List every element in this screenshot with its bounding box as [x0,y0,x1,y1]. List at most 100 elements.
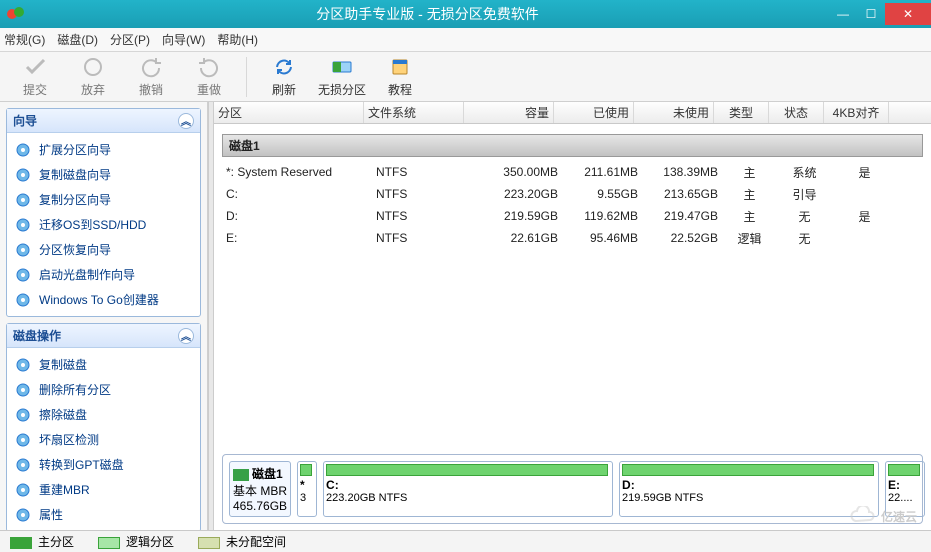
disk-map-sub1: 基本 MBR [233,482,287,499]
sidebar-item-icon [15,242,31,258]
window-title: 分区助手专业版 - 无损分区免费软件 [26,4,829,24]
sidebar-item-icon [15,382,31,398]
partition-label: * [300,478,312,492]
menu-general[interactable]: 常规(G) [4,31,45,48]
sidebar-item-label: 扩展分区向导 [39,141,111,158]
sidebar-item-icon [15,292,31,308]
sidebar-item[interactable]: 属性 [9,502,198,527]
wizard-panel: 向导 ︽ 扩展分区向导复制磁盘向导复制分区向导迁移OS到SSD/HDD分区恢复向… [6,108,201,317]
titlebar: 分区助手专业版 - 无损分区免费软件 — ☐ ✕ [0,0,931,28]
sidebar-item-icon [15,482,31,498]
sidebar-item[interactable]: 迁移OS到SSD/HDD [9,212,198,237]
menu-partition[interactable]: 分区(P) [110,31,150,48]
menu-wizard[interactable]: 向导(W) [162,31,205,48]
cell-type: 逻辑 [722,230,777,247]
redo-button[interactable]: 重做 [180,55,238,98]
cell-unused: 22.52GB [642,231,722,245]
lossless-button[interactable]: 无损分区 [313,55,371,98]
tutorial-button[interactable]: 教程 [371,55,429,98]
sidebar-item-label: 启动光盘制作向导 [39,266,135,283]
disk-map-partition[interactable]: C:223.20GB NTFS [323,461,613,517]
disk-map: 磁盘1 基本 MBR 465.76GB *3C:223.20GB NTFSD:2… [222,454,923,524]
wizard-panel-header[interactable]: 向导 ︽ [7,109,200,133]
minimize-button[interactable]: — [829,3,857,25]
sidebar-item[interactable]: 转换到GPT磁盘 [9,452,198,477]
col-status[interactable]: 状态 [769,102,824,123]
menu-disk[interactable]: 磁盘(D) [57,31,98,48]
cell-status: 无 [777,230,832,247]
diskops-panel-header[interactable]: 磁盘操作 ︽ [7,324,200,348]
cell-type: 主 [722,186,777,203]
cell-align: 是 [832,164,897,181]
refresh-button[interactable]: 刷新 [255,55,313,98]
sidebar-item[interactable]: 坏扇区检测 [9,427,198,452]
sidebar-item-label: 删除所有分区 [39,381,111,398]
watermark: 亿速云 [849,506,917,526]
disk-map-partition[interactable]: *3 [297,461,317,517]
commit-button[interactable]: 提交 [6,55,64,98]
redo-icon [197,55,221,79]
primary-swatch-icon [10,537,32,549]
disk-map-disk[interactable]: 磁盘1 基本 MBR 465.76GB [229,461,291,517]
col-type[interactable]: 类型 [714,102,769,123]
sidebar-item[interactable]: 删除所有分区 [9,377,198,402]
table-row[interactable]: C:NTFS223.20GB9.55GB213.65GB主引导 [222,183,923,205]
col-partition[interactable]: 分区 [214,102,364,123]
sidebar-item[interactable]: 擦除磁盘 [9,402,198,427]
book-icon [388,55,412,79]
cell-status: 无 [777,208,832,225]
sidebar-item[interactable]: 重建MBR [9,477,198,502]
menu-help[interactable]: 帮助(H) [217,31,258,48]
cell-partition: *: System Reserved [222,165,372,179]
cell-unused: 219.47GB [642,209,722,223]
cell-used: 95.46MB [562,231,642,245]
sidebar-item-icon [15,407,31,423]
col-used[interactable]: 已使用 [554,102,634,123]
sidebar-item-icon [15,142,31,158]
sidebar-item-icon [15,267,31,283]
col-unused[interactable]: 未使用 [634,102,714,123]
undo-button[interactable]: 撤销 [122,55,180,98]
discard-button[interactable]: 放弃 [64,55,122,98]
collapse-icon[interactable]: ︽ [178,328,194,344]
table-row[interactable]: E:NTFS22.61GB95.46MB22.52GB逻辑无 [222,227,923,249]
sidebar-item[interactable]: 复制分区向导 [9,187,198,212]
partition-label: E: [888,478,920,492]
partition-label: C: [326,478,608,492]
cell-filesystem: NTFS [372,187,472,201]
sidebar-item-icon [15,217,31,233]
sidebar-item-label: 复制磁盘向导 [39,166,111,183]
collapse-icon[interactable]: ︽ [178,113,194,129]
discard-icon [81,55,105,79]
legend-unalloc: 未分配空间 [198,533,286,550]
sidebar-item[interactable]: 分区恢复向导 [9,237,198,262]
partition-sublabel: 3 [300,492,312,504]
sidebar-item[interactable]: 复制磁盘 [9,352,198,377]
sidebar-item[interactable]: 扩展分区向导 [9,137,198,162]
grid-header: 分区 文件系统 容量 已使用 未使用 类型 状态 4KB对齐 [214,102,931,124]
disk-group-header[interactable]: 磁盘1 [222,134,923,157]
disk-icon [233,469,249,481]
menubar: 常规(G) 磁盘(D) 分区(P) 向导(W) 帮助(H) [0,28,931,52]
cell-filesystem: NTFS [372,165,472,179]
close-button[interactable]: ✕ [885,3,931,25]
cell-filesystem: NTFS [372,231,472,245]
col-filesystem[interactable]: 文件系统 [364,102,464,123]
table-row[interactable]: D:NTFS219.59GB119.62MB219.47GB主无是 [222,205,923,227]
sidebar-item[interactable]: 复制磁盘向导 [9,162,198,187]
partition-sublabel: 219.59GB NTFS [622,492,874,504]
sidebar-item-label: 复制分区向导 [39,191,111,208]
cell-type: 主 [722,208,777,225]
cell-filesystem: NTFS [372,209,472,223]
table-row[interactable]: *: System ReservedNTFS350.00MB211.61MB13… [222,161,923,183]
col-align[interactable]: 4KB对齐 [824,102,889,123]
toolbar-separator [246,57,247,97]
sidebar-item[interactable]: 启动光盘制作向导 [9,262,198,287]
col-capacity[interactable]: 容量 [464,102,554,123]
cell-status: 引导 [777,186,832,203]
disk-map-partition[interactable]: D:219.59GB NTFS [619,461,879,517]
logical-swatch-icon [98,537,120,549]
maximize-button[interactable]: ☐ [857,3,885,25]
cell-capacity: 219.59GB [472,209,562,223]
sidebar-item[interactable]: Windows To Go创建器 [9,287,198,312]
